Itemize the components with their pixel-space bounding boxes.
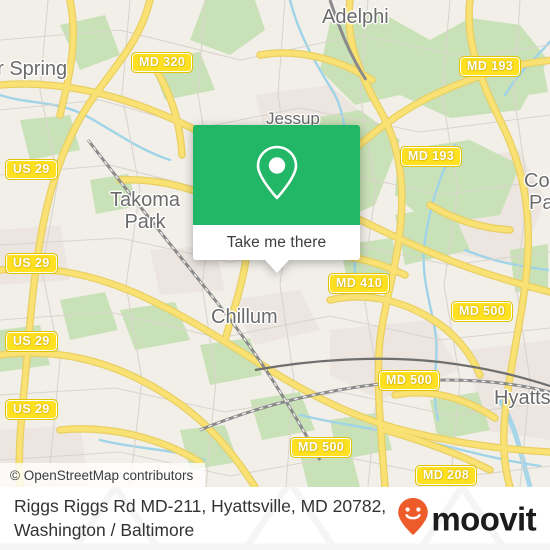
moovit-wordmark: moovit (431, 500, 536, 537)
route-shield-md-410: MD 410 (327, 273, 391, 294)
route-shield-us-29-d: US 29 (5, 399, 58, 420)
route-shield-md-320: MD 320 (130, 52, 194, 73)
moovit-map-screenshot: er Spring Adelphi Takoma Park Jessup Chi… (0, 0, 550, 550)
attribution-text: © OpenStreetMap contributors (10, 467, 194, 483)
route-shield-md-500-a: MD 500 (450, 301, 514, 322)
route-shield-us-29-b: US 29 (5, 253, 58, 274)
route-shield-us-29-c: US 29 (5, 331, 58, 352)
route-shield-md-208: MD 208 (414, 465, 478, 486)
map-attribution[interactable]: © OpenStreetMap contributors (0, 463, 206, 487)
map-pin-icon (253, 144, 301, 207)
popup-header (193, 125, 360, 225)
footer-bar: Riggs Riggs Rd MD-211, Hyattsville, MD 2… (0, 487, 550, 550)
address-line-2: Washington / Baltimore (14, 519, 195, 540)
take-me-there-button[interactable]: Take me there (193, 225, 360, 260)
route-shield-md-500-b: MD 500 (377, 370, 441, 391)
take-me-there-label: Take me there (226, 233, 327, 251)
map-canvas[interactable]: er Spring Adelphi Takoma Park Jessup Chi… (0, 0, 550, 487)
route-shield-md-193-a: MD 193 (458, 56, 522, 77)
location-address: Riggs Riggs Rd MD-211, Hyattsville, MD 2… (14, 495, 404, 542)
moovit-logo[interactable]: moovit (397, 496, 537, 541)
route-shield-md-500-c: MD 500 (289, 437, 353, 458)
route-shield-us-29-a: US 29 (5, 159, 58, 180)
route-shield-md-193-b: MD 193 (399, 146, 463, 167)
popup-pointer-tail (263, 259, 290, 273)
address-line-1: Riggs Riggs Rd MD-211, Hyattsville, MD 2… (14, 495, 387, 516)
moovit-pin-smile-icon (397, 496, 429, 541)
location-popup-card[interactable]: Take me there (193, 125, 360, 273)
